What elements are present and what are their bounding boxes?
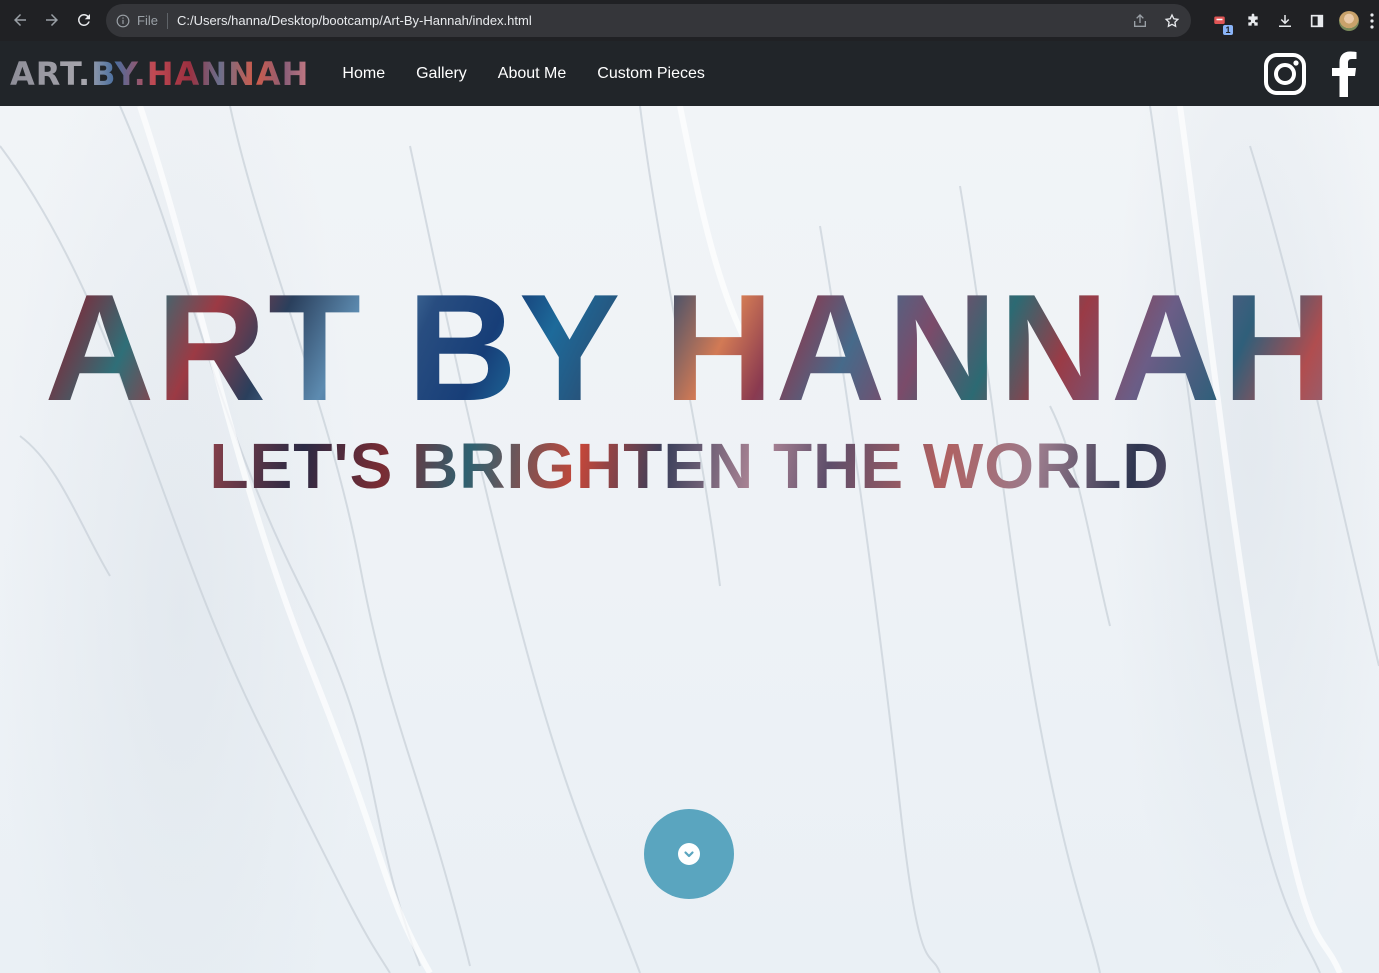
profile-avatar[interactable] bbox=[1339, 10, 1359, 31]
nav-link-about-me[interactable]: About Me bbox=[498, 65, 566, 83]
omnibox-divider bbox=[166, 12, 168, 29]
extension-badge: 1 bbox=[1223, 24, 1233, 35]
nav-links: Home Gallery About Me Custom Pieces bbox=[342, 65, 735, 83]
scroll-down-button[interactable] bbox=[644, 809, 734, 899]
arrow-left-icon bbox=[14, 14, 26, 26]
protocol-label: File bbox=[137, 13, 158, 28]
arrow-right-icon bbox=[46, 14, 58, 26]
url-text[interactable]: C:/Users/hanna/Desktop/bootcamp/Art-By-H… bbox=[177, 13, 532, 28]
back-button[interactable] bbox=[6, 6, 34, 34]
address-bar[interactable]: File C:/Users/hanna/Desktop/bootcamp/Art… bbox=[106, 4, 1191, 37]
extensions-bar: 1 bbox=[1205, 0, 1379, 41]
nav-link-custom-pieces[interactable]: Custom Pieces bbox=[597, 65, 705, 83]
download-icon[interactable] bbox=[1269, 5, 1301, 37]
brand-logo[interactable]: ART.BY.HANNAH bbox=[10, 55, 309, 93]
info-icon[interactable] bbox=[116, 14, 130, 28]
kebab-menu-icon[interactable] bbox=[1365, 5, 1379, 37]
forward-button[interactable] bbox=[38, 6, 66, 34]
hero-title: ART BY HANNAH bbox=[0, 272, 1379, 424]
nav-link-gallery[interactable]: Gallery bbox=[416, 65, 467, 83]
puzzle-icon[interactable] bbox=[1237, 5, 1269, 37]
hero-section: ART BY HANNAH LET'S BRIGHTEN THE WORLD bbox=[0, 106, 1379, 973]
instagram-icon[interactable] bbox=[1263, 52, 1307, 96]
facebook-icon[interactable] bbox=[1331, 51, 1357, 97]
site-navbar: ART.BY.HANNAH Home Gallery About Me Cust… bbox=[0, 41, 1379, 106]
chevron-down-icon bbox=[678, 843, 700, 865]
browser-toolbar: File C:/Users/hanna/Desktop/bootcamp/Art… bbox=[0, 0, 1379, 41]
side-panel-icon[interactable] bbox=[1301, 5, 1333, 37]
bookmark-star-icon[interactable] bbox=[1161, 10, 1183, 32]
hero-subtitle: LET'S BRIGHTEN THE WORLD bbox=[0, 434, 1379, 498]
extension-icon[interactable]: 1 bbox=[1205, 5, 1237, 37]
social-links bbox=[1263, 41, 1379, 106]
share-icon[interactable] bbox=[1129, 10, 1151, 32]
reload-button[interactable] bbox=[70, 6, 98, 34]
reload-icon bbox=[77, 13, 90, 26]
nav-link-home[interactable]: Home bbox=[342, 65, 385, 83]
